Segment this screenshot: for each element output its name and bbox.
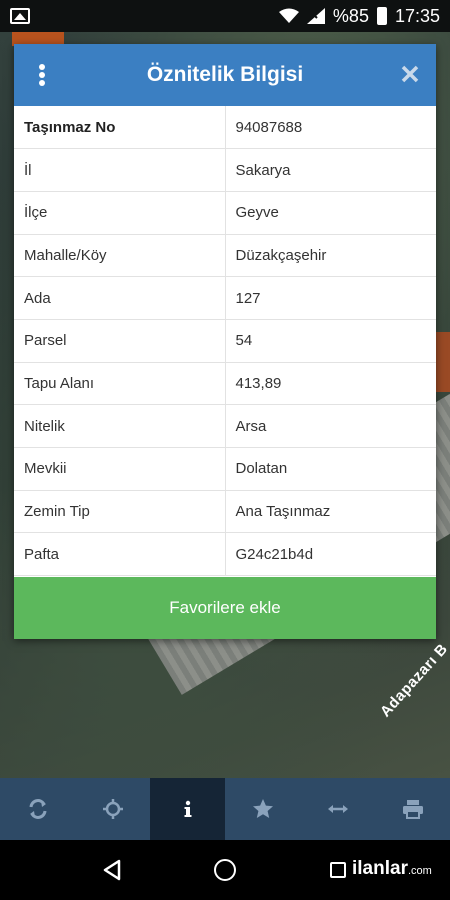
watermark-brand: ilanlar (352, 858, 408, 879)
attribute-key: Mahalle/Köy (14, 234, 226, 278)
bottom-toolbar (0, 778, 450, 840)
print-button[interactable] (375, 778, 450, 840)
refresh-button[interactable] (0, 778, 75, 840)
table-row: İlçe Geyve (14, 191, 436, 235)
clock: 17:35 (394, 5, 440, 26)
home-icon[interactable] (214, 859, 236, 881)
attribute-key: İl (14, 148, 226, 192)
measure-button[interactable] (300, 778, 375, 840)
attribute-value: Ana Taşınmaz (225, 490, 436, 534)
more-vert-icon[interactable] (38, 64, 46, 86)
table-row: Parsel 54 (14, 319, 436, 363)
table-row: Tapu Alanı 413,89 (14, 362, 436, 406)
battery-percent: %85 (332, 5, 369, 26)
attribute-key: Zemin Tip (14, 490, 226, 534)
gallery-icon (10, 8, 30, 24)
attribute-key: Mevkii (14, 447, 226, 491)
star-icon (252, 799, 273, 818)
map-parcel-edge (434, 332, 450, 392)
table-row: Zemin Tip Ana Taşınmaz (14, 490, 436, 534)
attribute-key: Parsel (14, 319, 226, 363)
table-row: Taşınmaz No 94087688 (14, 106, 436, 150)
recent-apps-icon[interactable] (330, 862, 346, 878)
watermark: ilanlar.com (352, 858, 432, 880)
signal-icon (306, 8, 325, 24)
table-row: Mahalle/Köy Düzakçaşehir (14, 234, 436, 278)
map-road-label: Adapazarı B (376, 640, 450, 721)
favorites-button[interactable] (225, 778, 300, 840)
info-icon (184, 800, 191, 817)
attribute-value: 413,89 (225, 362, 436, 406)
table-row: İl Sakarya (14, 148, 436, 192)
attribute-value: 54 (225, 319, 436, 363)
table-row: Mevkii Dolatan (14, 447, 436, 491)
attribute-key: Taşınmaz No (14, 106, 226, 150)
attribute-value: 94087688 (225, 106, 436, 150)
attribute-value: 127 (225, 276, 436, 320)
back-icon[interactable] (100, 858, 124, 882)
attribute-key: Pafta (14, 532, 226, 577)
attribute-table: Taşınmaz No 94087688 İl Sakarya İlçe Geyve … (14, 106, 436, 577)
wifi-icon (278, 8, 299, 23)
table-row: Ada 127 (14, 276, 436, 320)
locate-button[interactable] (75, 778, 150, 840)
table-row: Pafta G24c21b4d (14, 532, 436, 577)
attribute-key: Nitelik (14, 404, 226, 448)
attribute-key: İlçe (14, 191, 226, 235)
add-favorite-button[interactable]: Favorilere ekle (14, 577, 436, 639)
dialog-title: Öznitelik Bilgisi (146, 63, 304, 86)
attribute-value: Sakarya (225, 148, 436, 192)
measure-icon (327, 805, 348, 813)
dialog-header: Öznitelik Bilgisi (14, 44, 436, 106)
attribute-value: Geyve (225, 191, 436, 235)
attribute-dialog: Öznitelik Bilgisi Taşınmaz No 94087688 İl… (14, 44, 436, 639)
refresh-icon (29, 799, 46, 819)
close-icon[interactable] (400, 64, 420, 84)
attribute-key: Tapu Alanı (14, 362, 226, 406)
table-row: Nitelik Arsa (14, 404, 436, 448)
attribute-value: Arsa (225, 404, 436, 448)
battery-icon (376, 7, 387, 25)
attribute-key: Ada (14, 276, 226, 320)
info-button[interactable] (150, 778, 225, 840)
watermark-suffix: .com (407, 865, 432, 877)
crosshair-icon (102, 799, 123, 819)
attribute-value: Dolatan (225, 447, 436, 491)
print-icon (402, 800, 423, 819)
status-bar: %85 17:35 (0, 0, 450, 32)
system-nav-bar: ilanlar.com (0, 840, 450, 900)
attribute-value: Düzakçaşehir (225, 234, 436, 278)
attribute-value: G24c21b4d (225, 532, 436, 577)
